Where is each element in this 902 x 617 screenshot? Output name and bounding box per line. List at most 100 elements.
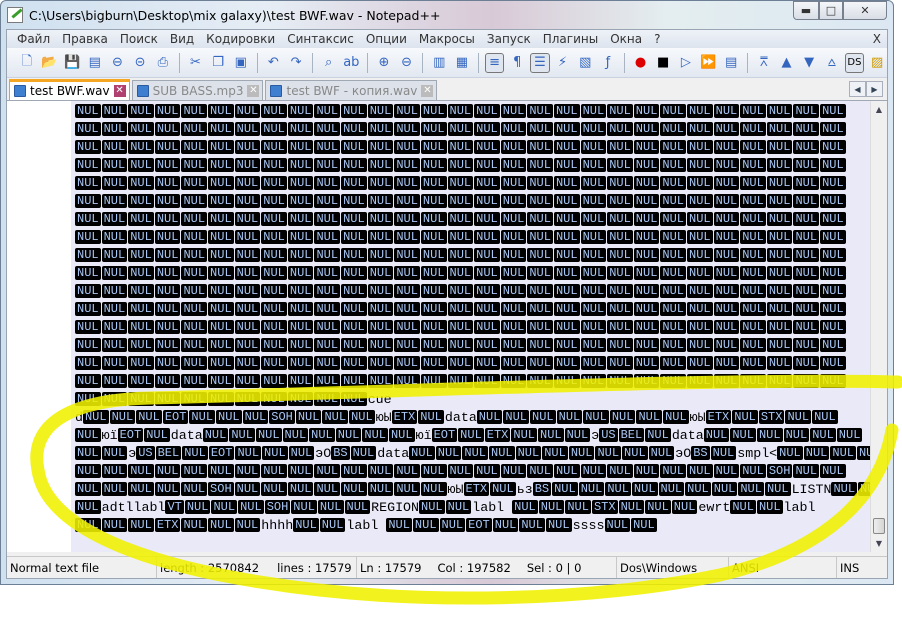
text-area[interactable]: NUL NUL NUL NUL NUL NUL NUL NUL NUL NUL NUL NUL NUL N… [71, 101, 873, 552]
control-char-nul: NUL [519, 518, 545, 532]
menu-item[interactable]: ? [648, 32, 666, 46]
zoom-out-icon[interactable]: ⊖ [397, 53, 417, 73]
last-bookmark-icon[interactable]: ⩟ [822, 53, 842, 73]
function-list-icon[interactable]: ƒ [598, 53, 618, 73]
editor[interactable]: NUL NUL NUL NUL NUL NUL NUL NUL NUL NUL NUL NUL NUL N… [7, 100, 887, 552]
status-bar: Normal text file length : 2570842 lines :… [7, 556, 887, 578]
close-all-icon[interactable]: ⊝ [130, 53, 150, 73]
close-icon[interactable]: ⊖ [108, 53, 128, 73]
tab-test-bwf-копия-wav[interactable]: test BWF - копия.wav ✕ [265, 80, 438, 100]
control-char-nul: NUL [660, 230, 687, 244]
menu-item[interactable]: Правка [56, 32, 114, 46]
control-char-nul: NUL [820, 194, 846, 208]
text-run: labl [472, 500, 513, 515]
notepadpp-window: C:\Users\bigburn\Desktop\mix galaxy)\tes… [0, 0, 894, 585]
close-document-button[interactable]: X [867, 32, 887, 46]
maximize-button[interactable]: □ [819, 1, 843, 20]
control-char-nul: NUL [607, 158, 633, 172]
record-macro-icon[interactable]: ● [631, 53, 651, 73]
menu-item[interactable]: Вид [164, 32, 200, 46]
control-char-nul: NUL [500, 122, 527, 136]
undo-icon[interactable]: ↶ [264, 53, 284, 73]
scrollbar-thumb[interactable] [873, 518, 885, 534]
plugin-icon[interactable]: ▨ [867, 53, 887, 73]
prev-bookmark-icon[interactable]: ▲ [777, 53, 797, 73]
play-macro-icon[interactable]: ▷ [676, 53, 696, 73]
text-line: d NUL NUL NUL EOT NUL NUL NUL SOH NUL NUL NUL юЫ ETX N… [71, 409, 873, 427]
menu-item[interactable]: Файл [11, 32, 56, 46]
close-window-button[interactable]: ✕ [843, 1, 887, 20]
indent-guide-icon[interactable]: ☰ [530, 52, 550, 73]
control-char-nul: NUL [101, 320, 128, 334]
next-bookmark-icon[interactable]: ▼ [799, 53, 819, 73]
stop-record-icon[interactable]: ■ [653, 53, 673, 73]
control-char-nul: NUL [181, 194, 208, 208]
tab-close-icon[interactable]: ✕ [247, 84, 260, 97]
play-multiple-icon[interactable]: ⏩ [699, 53, 719, 73]
control-char-nul: NUL [447, 104, 474, 118]
control-char-nul: NUL [101, 230, 128, 244]
user-language-icon[interactable]: ⚡ [553, 53, 573, 73]
sync-vertical-icon[interactable]: ▥ [429, 53, 449, 73]
menu-item[interactable]: Опции [360, 32, 413, 46]
control-char-nul: NUL [607, 194, 633, 208]
control-char-nul: NUL [367, 140, 394, 154]
menu-item[interactable]: Кодировки [200, 32, 281, 46]
save-icon[interactable]: 💾 [62, 53, 82, 73]
control-char-nul: NUL [766, 122, 793, 136]
tab-close-icon[interactable]: ✕ [113, 85, 126, 97]
minimize-button[interactable]: ▬ [793, 1, 819, 20]
save-all-icon[interactable]: ▤ [85, 53, 105, 73]
text-run: ьз [516, 482, 533, 497]
menu-item[interactable]: Плагины [537, 32, 604, 46]
zoom-in-icon[interactable]: ⊕ [374, 53, 394, 73]
control-char-nul: NUL [474, 176, 500, 190]
control-char-etx: ETX [705, 410, 732, 424]
control-char-eot: EOT [208, 446, 235, 460]
control-char-nul: NUL [500, 194, 527, 208]
print-icon[interactable]: ⎙ [153, 53, 173, 73]
tab-scroll-left-button[interactable]: ◀ [849, 81, 866, 97]
doc-map-icon[interactable]: ▧ [575, 53, 595, 73]
spellcheck-icon[interactable]: DS [844, 52, 865, 73]
paste-icon[interactable]: ▣ [231, 53, 251, 73]
scroll-up-icon[interactable]: ▲ [871, 101, 887, 118]
text-line: NUL NUL NUL NUL NUL NUL NUL NUL NUL NUL NUL NUL NUL N… [71, 229, 873, 247]
menu-item[interactable]: Окна [604, 32, 648, 46]
vertical-scrollbar[interactable]: ▲ ▼ [870, 101, 887, 552]
notepadpp-icon [7, 7, 23, 23]
tab-close-icon[interactable]: ✕ [421, 84, 434, 97]
replace-icon[interactable]: ab [341, 53, 361, 73]
control-char-nul: NUL [75, 158, 101, 172]
tab-test-bwf-wav[interactable]: test BWF.wav ✕ [9, 79, 130, 100]
control-char-nul: NUL [234, 194, 261, 208]
control-char-nul: NUL [181, 356, 208, 370]
control-char-nul: NUL [394, 158, 420, 172]
tab-sub-bass-mp3[interactable]: SUB BASS.mp3 ✕ [131, 80, 264, 100]
cut-icon[interactable]: ✂ [186, 53, 206, 73]
control-char-nul: NUL [234, 212, 261, 226]
find-icon[interactable]: ⌕ [319, 53, 339, 73]
save-macro-icon[interactable]: ▤ [721, 53, 741, 73]
menu-item[interactable]: Синтаксис [281, 32, 360, 46]
copy-icon[interactable]: ❐ [208, 53, 228, 73]
tab-scroll-right-button[interactable]: ▶ [866, 81, 883, 97]
new-file-icon[interactable]: 🗋 [17, 53, 37, 73]
control-char-nul: NUL [660, 212, 687, 226]
first-bookmark-icon[interactable]: ⩞ [754, 53, 774, 73]
control-char-nul: NUL [341, 194, 367, 208]
show-all-chars-icon[interactable]: ¶ [507, 53, 527, 73]
sync-horizontal-icon[interactable]: ▦ [452, 53, 472, 73]
text-run: data [671, 428, 704, 443]
menu-item[interactable]: Поиск [114, 32, 164, 46]
redo-icon[interactable]: ↷ [286, 53, 306, 73]
control-char-nul: NUL [803, 446, 830, 460]
menu-item[interactable]: Макросы [413, 32, 481, 46]
control-char-nul: NUL [101, 176, 128, 190]
menu-item[interactable]: Запуск [481, 32, 537, 46]
open-file-icon[interactable]: 📂 [40, 53, 60, 73]
word-wrap-icon[interactable]: ≡ [484, 52, 505, 73]
control-char-nul: NUL [660, 176, 687, 190]
control-char-nul: NUL [101, 104, 128, 118]
scroll-down-icon[interactable]: ▼ [871, 535, 887, 552]
